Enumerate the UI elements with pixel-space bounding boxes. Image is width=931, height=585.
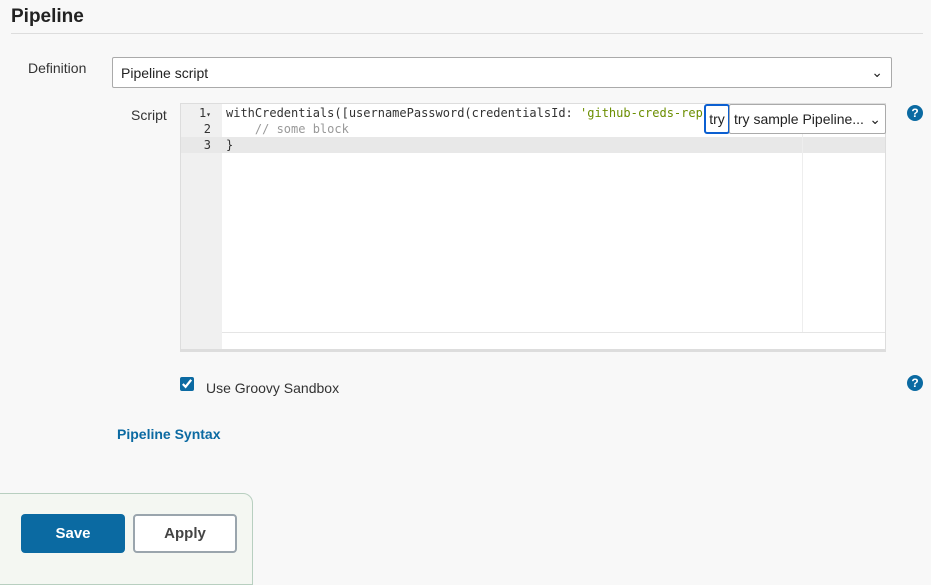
code-line: // some block [226,122,349,136]
h-scrollbar[interactable] [222,332,885,333]
sample-pipeline-select[interactable]: try sample Pipeline... ⌄ [729,104,886,134]
apply-button[interactable]: Apply [133,514,237,553]
chevron-down-icon: ⌄ [871,64,883,80]
line-number: 2 [203,122,211,136]
definition-value: Pipeline script [121,64,209,81]
save-button[interactable]: Save [21,514,125,553]
try-button[interactable]: try [704,104,730,134]
sample-select-value: try sample Pipeline... [734,111,864,127]
definition-select[interactable]: Pipeline script ⌄ [112,57,892,88]
help-icon[interactable]: ? [907,375,923,391]
divider [11,33,923,34]
definition-label: Definition [28,60,87,76]
print-margin [802,104,803,332]
line-number: 3 [203,138,211,152]
pipeline-syntax-link[interactable]: Pipeline Syntax [117,426,220,442]
code-line: withCredentials([usernamePassword(creden… [226,106,703,120]
editor-resize-handle[interactable] [180,350,886,352]
active-line-highlight [181,137,885,153]
script-label: Script [131,107,167,123]
section-title: Pipeline [11,6,84,27]
help-icon[interactable]: ? [907,105,923,121]
code-line: } [226,138,234,152]
script-editor[interactable]: 1▾ 2 3 withCredentials([usernamePassword… [180,103,886,350]
groovy-sandbox-label[interactable]: Use Groovy Sandbox [206,380,339,396]
groovy-sandbox-checkbox[interactable] [180,377,194,391]
chevron-down-icon: ⌄ [869,110,881,127]
